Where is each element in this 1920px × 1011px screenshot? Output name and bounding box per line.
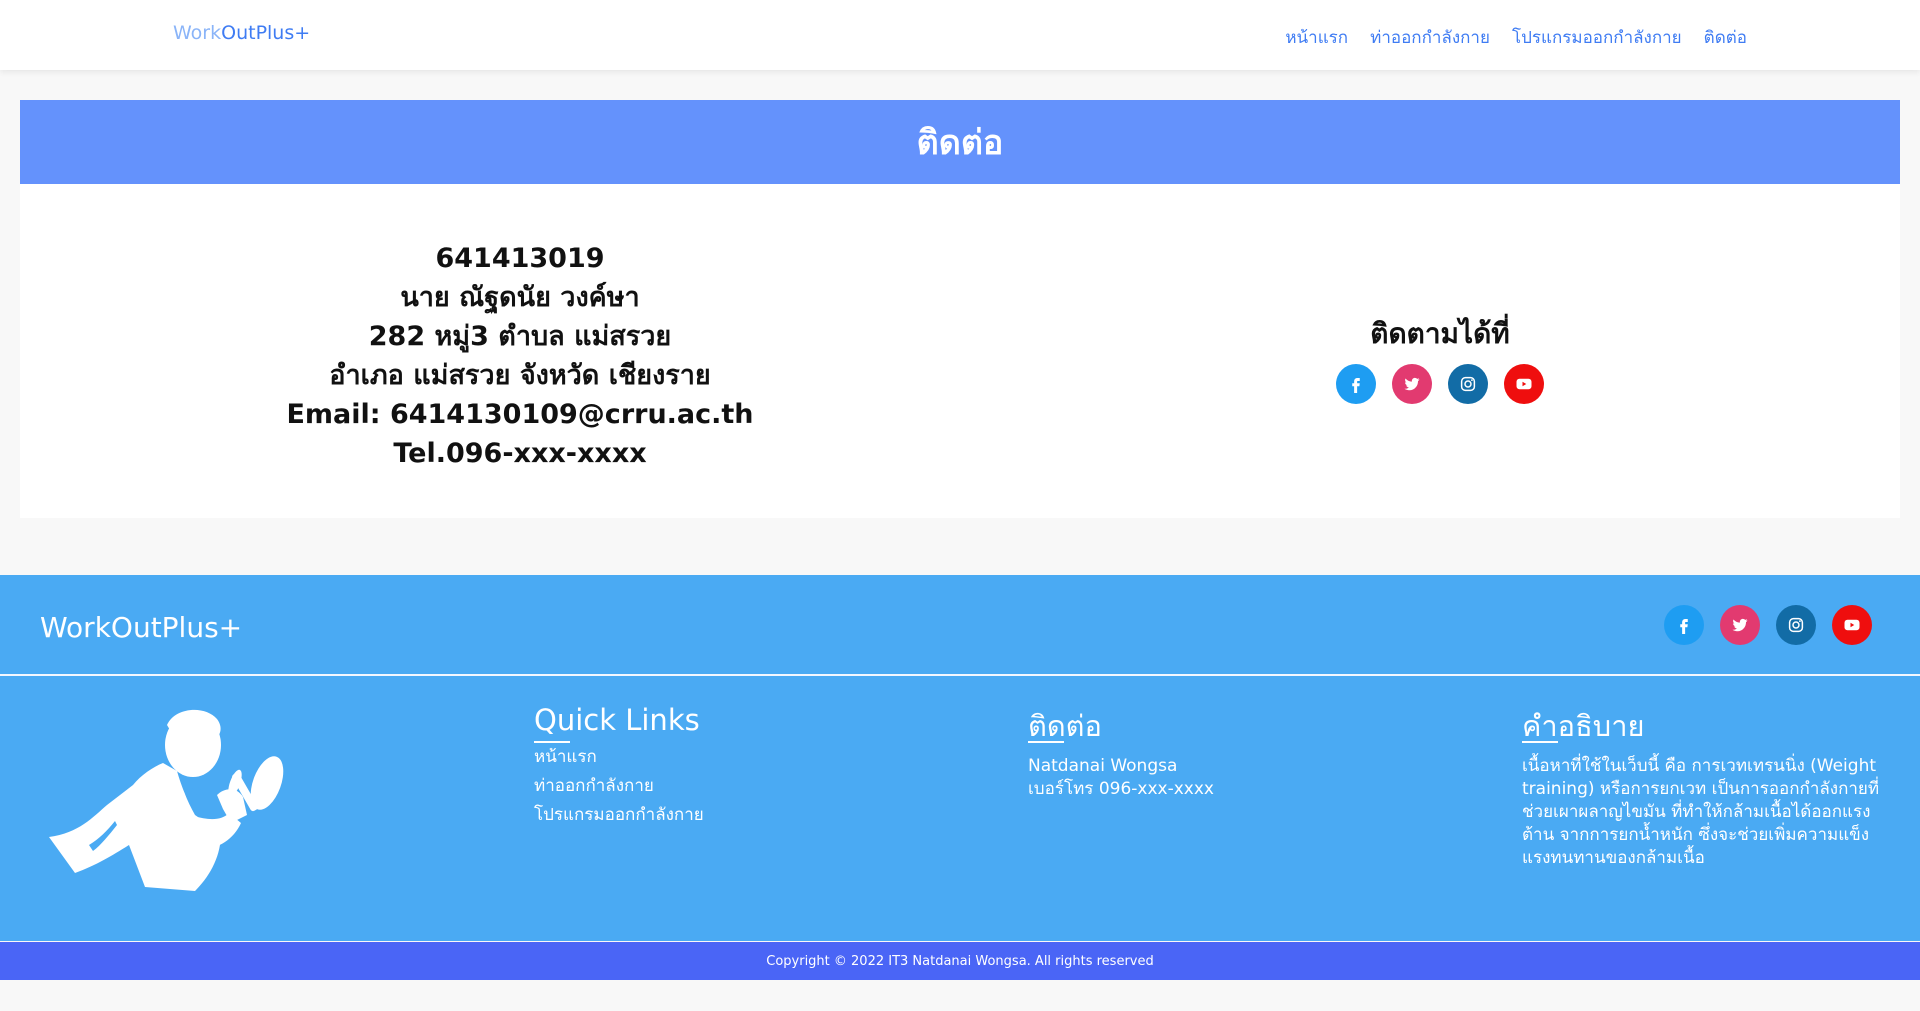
- follow-section: ติดตามได้ที่: [1290, 312, 1590, 404]
- footer-description-text: เนื้อหาที่ใช้ในเว็บนี้ คือ การเวทเทรนนิ่…: [1522, 756, 1880, 868]
- footer-link-exercises[interactable]: ท่าออกกำลังกาย: [534, 772, 704, 801]
- footer-brand[interactable]: WorkOutPlus+: [40, 611, 242, 644]
- facebook-icon[interactable]: [1664, 605, 1704, 645]
- copyright-bar: Copyright © 2022 IT3 Natdanai Wongsa. Al…: [0, 942, 1920, 980]
- contact-email: Email: 6414130109@crru.ac.th: [286, 399, 754, 430]
- twitter-icon[interactable]: [1392, 364, 1432, 404]
- quick-links-title: Quick Links: [534, 703, 704, 743]
- footer-divider: [0, 674, 1920, 676]
- page-title: ติดต่อ: [916, 123, 1004, 163]
- footer-contact-title: ติดต่อ: [1028, 709, 1102, 743]
- facebook-icon[interactable]: [1336, 364, 1376, 404]
- footer: WorkOutPlus+ Quick Links หน้าแรก ท่าออกก…: [0, 575, 1920, 941]
- brand-part1: Work: [173, 22, 222, 44]
- footer-link-programs[interactable]: โปรแกรมออกกำลังกาย: [534, 801, 704, 830]
- footer-quick-links: Quick Links หน้าแรก ท่าออกกำลังกาย โปรแก…: [534, 703, 704, 830]
- nav-link-programs[interactable]: โปรแกรมออกกำลังกาย: [1512, 24, 1682, 51]
- brand-logo[interactable]: WorkOutPlus+: [173, 22, 310, 44]
- footer-description: คำอธิบาย เนื้อหาที่ใช้ในเว็บนี้ คือ การเ…: [1522, 703, 1882, 870]
- social-links: [1290, 364, 1590, 404]
- twitter-icon[interactable]: [1720, 605, 1760, 645]
- footer-link-home[interactable]: หน้าแรก: [534, 743, 704, 772]
- copyright-text: Copyright © 2022 IT3 Natdanai Wongsa. Al…: [766, 953, 1154, 969]
- instagram-icon[interactable]: [1448, 364, 1488, 404]
- student-id: 641413019: [435, 243, 605, 274]
- nav-link-exercises[interactable]: ท่าออกกำลังกาย: [1370, 24, 1490, 51]
- footer-description-title: คำอธิบาย: [1522, 709, 1645, 743]
- bodybuilder-logo-icon: [49, 709, 284, 891]
- footer-contact-name: Natdanai Wongsa: [1028, 756, 1178, 776]
- instagram-icon[interactable]: [1776, 605, 1816, 645]
- nav-link-home[interactable]: หน้าแรก: [1285, 24, 1348, 51]
- nav-link-contact[interactable]: ติดต่อ: [1704, 24, 1747, 51]
- navbar: WorkOutPlus+ หน้าแรก ท่าออกกำลังกาย โปรแ…: [0, 0, 1920, 70]
- brand-part2: OutPlus+: [221, 22, 311, 44]
- page-banner: ติดต่อ: [20, 100, 1900, 184]
- footer-contact-phone: เบอร์โทร 096-xxx-xxxx: [1028, 779, 1214, 799]
- contact-address: 641413019 นาย ณัฐดนัย วงค์ษา 282 หมู่3 ต…: [260, 239, 780, 473]
- address-line-2: อำเภอ แม่สรวย จังหวัด เชียงราย: [329, 360, 711, 391]
- footer-contact: ติดต่อ Natdanai Wongsa เบอร์โทร 096-xxx-…: [1028, 703, 1214, 801]
- address-line-1: 282 หมู่3 ตำบล แม่สรวย: [368, 321, 672, 352]
- contact-card: 641413019 นาย ณัฐดนัย วงค์ษา 282 หมู่3 ต…: [20, 184, 1900, 518]
- contact-phone: Tel.096-xxx-xxxx: [393, 438, 647, 469]
- contact-name: นาย ณัฐดนัย วงค์ษา: [400, 282, 640, 313]
- youtube-icon[interactable]: [1504, 364, 1544, 404]
- nav-links: หน้าแรก ท่าออกกำลังกาย โปรแกรมออกกำลังกา…: [1285, 24, 1747, 51]
- follow-title: ติดตามได้ที่: [1370, 317, 1510, 350]
- footer-social-links: [1664, 605, 1872, 645]
- youtube-icon[interactable]: [1832, 605, 1872, 645]
